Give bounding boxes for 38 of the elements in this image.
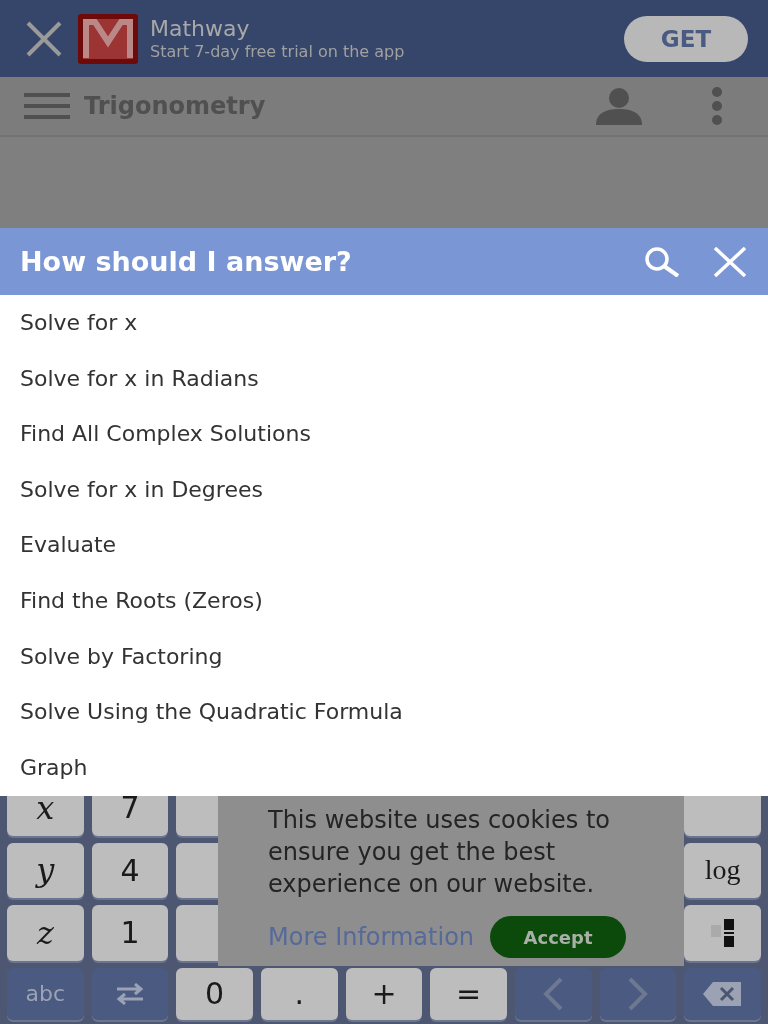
app-name: Mathway bbox=[150, 16, 251, 42]
chevron-left-icon bbox=[542, 976, 565, 1011]
backspace-key[interactable] bbox=[684, 967, 761, 1020]
answer-option[interactable]: Solve by Factoring bbox=[0, 628, 768, 685]
variable-key[interactable]: y bbox=[7, 842, 84, 898]
user-icon[interactable] bbox=[596, 87, 642, 125]
answer-option[interactable]: Solve Using the Quadratic Formula bbox=[0, 684, 768, 740]
function-key[interactable]: log bbox=[684, 842, 761, 898]
answer-option[interactable]: Solve for x in Radians bbox=[0, 350, 768, 407]
variable-key[interactable]: z bbox=[7, 905, 84, 961]
fraction-key[interactable] bbox=[684, 905, 761, 961]
answer-option[interactable]: Solve for x bbox=[0, 295, 768, 351]
swap-arrows-icon bbox=[115, 982, 145, 1005]
calculator-key[interactable]: . bbox=[261, 967, 338, 1020]
cursor-left-key[interactable] bbox=[515, 967, 592, 1020]
backspace-icon bbox=[702, 981, 743, 1006]
menu-icon[interactable] bbox=[24, 91, 70, 121]
search-icon[interactable] bbox=[644, 246, 682, 277]
answer-option[interactable]: Find the Roots (Zeros) bbox=[0, 572, 768, 629]
fraction-icon bbox=[710, 918, 735, 947]
cursor-right-key[interactable] bbox=[599, 967, 677, 1020]
calculator-key[interactable]: 4 bbox=[91, 842, 169, 898]
close-icon[interactable] bbox=[712, 246, 748, 277]
ad-subtitle: Start 7-day free trial on the app bbox=[150, 42, 406, 61]
calculator-key[interactable]: = bbox=[430, 967, 507, 1020]
answer-option[interactable]: Solve for x in Degrees bbox=[0, 461, 768, 518]
calculator-key[interactable]: 1 bbox=[91, 905, 169, 961]
answer-option[interactable]: Find All Complex Solutions bbox=[0, 406, 768, 462]
accept-button[interactable]: Accept bbox=[490, 916, 627, 958]
answer-option[interactable]: Evaluate bbox=[0, 517, 768, 573]
cookie-message: This website uses cookies to ensure you get the best experience on our website. bbox=[268, 805, 611, 900]
calculator-key[interactable]: + bbox=[345, 967, 423, 1020]
chevron-right-icon bbox=[627, 976, 649, 1011]
app-logo-icon bbox=[78, 13, 138, 64]
calculator-key[interactable]: 0 bbox=[176, 967, 253, 1020]
more-icon[interactable] bbox=[710, 87, 724, 125]
dialog-title: How should I answer? bbox=[20, 246, 353, 277]
swap-key[interactable] bbox=[91, 967, 169, 1020]
